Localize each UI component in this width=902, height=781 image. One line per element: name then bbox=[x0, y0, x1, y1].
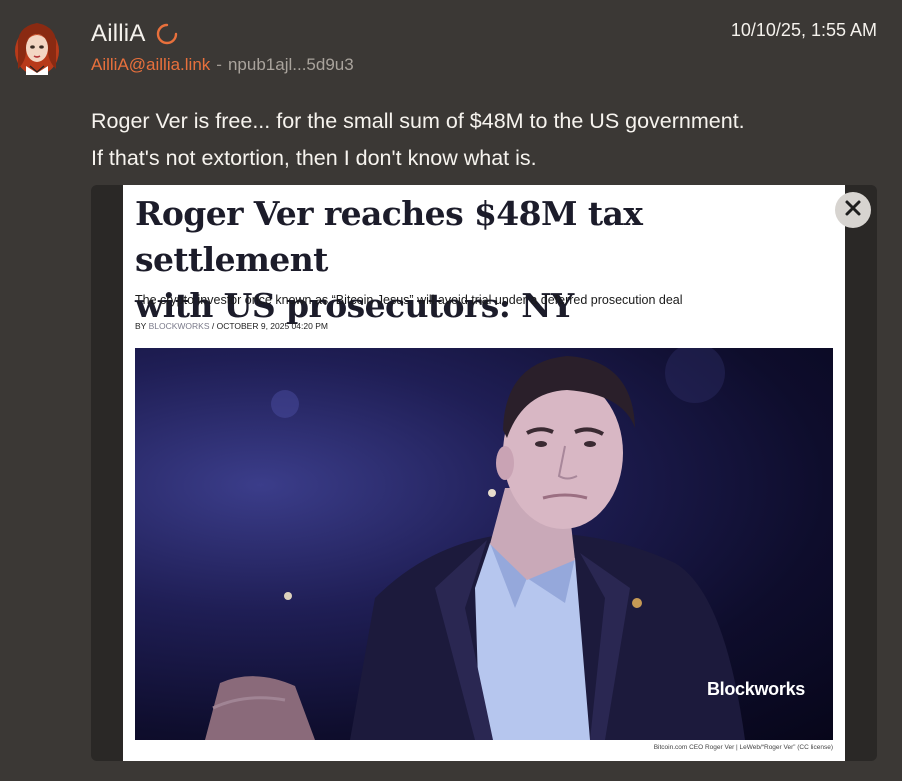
photo-caption: Bitcoin.com CEO Roger Ver | LeWeb/“Roger… bbox=[653, 744, 833, 751]
post-content-line: Roger Ver is free... for the small sum o… bbox=[91, 109, 745, 133]
handle-separator: - bbox=[216, 55, 222, 74]
post-content-line: If that's not extortion, then I don't kn… bbox=[91, 146, 537, 170]
article-subtitle: The crypto investor once known as “Bitco… bbox=[135, 293, 683, 307]
close-button[interactable] bbox=[835, 192, 871, 228]
close-icon bbox=[844, 199, 862, 222]
article-screenshot-image[interactable]: Roger Ver reaches $48M tax settlement wi… bbox=[123, 185, 845, 761]
post-timestamp[interactable]: 10/10/25, 1:55 AM bbox=[731, 20, 877, 41]
avatar[interactable] bbox=[12, 17, 62, 75]
article-headline: Roger Ver reaches $48M tax settlement wi… bbox=[135, 191, 835, 329]
author-name[interactable]: AilliA bbox=[91, 20, 146, 48]
photo-watermark: Blockworks bbox=[706, 679, 805, 699]
npub-label[interactable]: npub1ajl...5d9u3 bbox=[228, 55, 354, 75]
handle-row: AilliA@aillia.link - npub1ajl...5d9u3 bbox=[91, 55, 354, 75]
author-row: AilliA bbox=[91, 20, 178, 48]
byline-prefix: BY bbox=[135, 321, 147, 331]
article-headline-line: Roger Ver reaches $48M tax settlement bbox=[135, 194, 643, 279]
article-photo: Blockworks bbox=[135, 348, 833, 740]
loading-spinner-icon bbox=[156, 23, 178, 45]
byline-publisher: BLOCKWORKS bbox=[148, 321, 210, 331]
byline-date: / OCTOBER 9, 2025 04:20 PM bbox=[211, 321, 328, 331]
nip05-link[interactable]: AilliA@aillia.link bbox=[91, 55, 210, 75]
post-content: Roger Ver is free... for the small sum o… bbox=[91, 103, 745, 177]
article-byline: BY BLOCKWORKS / OCTOBER 9, 2025 04:20 PM bbox=[135, 321, 328, 331]
media-preview: Roger Ver reaches $48M tax settlement wi… bbox=[91, 185, 877, 761]
